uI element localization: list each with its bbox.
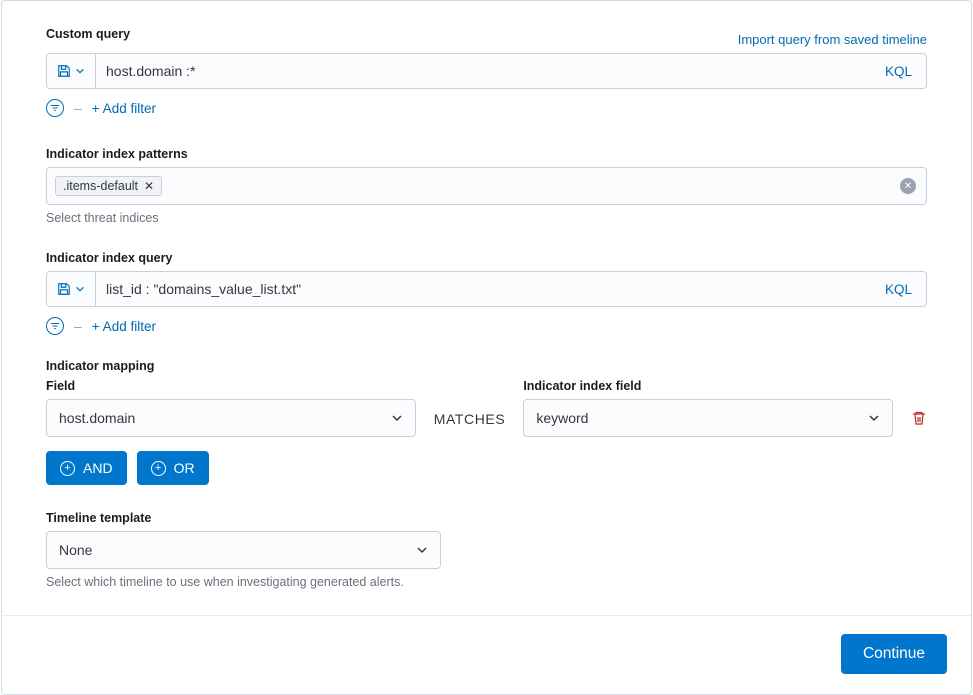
- mapping-index-field-select[interactable]: keyword: [523, 399, 893, 437]
- indicator-patterns-combobox[interactable]: .items-default ✕ ✕: [46, 167, 927, 205]
- add-filter-link[interactable]: + Add filter: [92, 319, 156, 334]
- import-query-link[interactable]: Import query from saved timeline: [738, 32, 927, 47]
- save-floppy-icon: [57, 64, 71, 78]
- indicator-mapping-label: Indicator mapping: [46, 359, 927, 373]
- chevron-down-icon: [868, 412, 880, 424]
- custom-query-input[interactable]: host.domain :*: [96, 54, 871, 88]
- indicator-query-input[interactable]: list_id : "domains_value_list.txt": [96, 272, 871, 306]
- mapping-field-select[interactable]: host.domain: [46, 399, 416, 437]
- timeline-template-select[interactable]: None: [46, 531, 441, 569]
- indicator-query-label: Indicator index query: [46, 251, 927, 265]
- timeline-template-label: Timeline template: [46, 511, 927, 525]
- custom-query-label: Custom query: [46, 27, 130, 41]
- mapping-field-label: Field: [46, 379, 416, 393]
- filter-separator: –: [74, 100, 82, 116]
- custom-query-lang-button[interactable]: KQL: [871, 54, 926, 88]
- matches-label: MATCHES: [434, 411, 506, 437]
- custom-query-bar: host.domain :* KQL: [46, 53, 927, 89]
- save-floppy-icon: [57, 282, 71, 296]
- filter-separator: –: [74, 318, 82, 334]
- indicator-query-bar: list_id : "domains_value_list.txt" KQL: [46, 271, 927, 307]
- or-button-label: OR: [174, 460, 195, 476]
- filter-icon: [50, 103, 60, 113]
- indicator-pattern-tag-text: .items-default: [63, 179, 138, 193]
- continue-button[interactable]: Continue: [841, 634, 947, 674]
- mapping-index-field-value: keyword: [536, 410, 588, 426]
- or-button[interactable]: + OR: [137, 451, 209, 485]
- saved-query-menu-button[interactable]: [47, 54, 96, 88]
- indicator-pattern-tag: .items-default ✕: [55, 176, 162, 196]
- chevron-down-icon: [75, 66, 85, 76]
- mapping-index-field-col: Indicator index field keyword: [523, 379, 893, 437]
- mapping-field-value: host.domain: [59, 410, 135, 426]
- indicator-patterns-help: Select threat indices: [46, 211, 927, 225]
- clear-combobox-icon[interactable]: ✕: [900, 178, 916, 194]
- indicator-query-lang-button[interactable]: KQL: [871, 272, 926, 306]
- mapping-index-field-label: Indicator index field: [523, 379, 893, 393]
- chevron-down-icon: [391, 412, 403, 424]
- chevron-down-icon: [416, 544, 428, 556]
- custom-query-filter-row: – + Add filter: [46, 99, 927, 117]
- plus-circle-icon: +: [151, 461, 166, 476]
- and-button[interactable]: + AND: [46, 451, 127, 485]
- trash-icon: [911, 410, 927, 426]
- remove-tag-icon[interactable]: ✕: [144, 180, 154, 192]
- add-filter-link[interactable]: + Add filter: [92, 101, 156, 116]
- chevron-down-icon: [75, 284, 85, 294]
- rule-config-panel: Custom query Import query from saved tim…: [1, 0, 972, 695]
- and-button-label: AND: [83, 460, 113, 476]
- panel-footer: Continue: [2, 615, 971, 694]
- indicator-saved-query-menu-button[interactable]: [47, 272, 96, 306]
- mapping-field-col: Field host.domain: [46, 379, 416, 437]
- filter-icon: [50, 321, 60, 331]
- plus-circle-icon: +: [60, 461, 75, 476]
- delete-mapping-button[interactable]: [911, 410, 927, 437]
- timeline-help-text: Select which timeline to use when invest…: [46, 575, 927, 589]
- indicator-patterns-label: Indicator index patterns: [46, 147, 927, 161]
- timeline-template-value: None: [59, 542, 92, 558]
- indicator-query-filter-row: – + Add filter: [46, 317, 927, 335]
- filter-options-icon[interactable]: [46, 317, 64, 335]
- filter-options-icon[interactable]: [46, 99, 64, 117]
